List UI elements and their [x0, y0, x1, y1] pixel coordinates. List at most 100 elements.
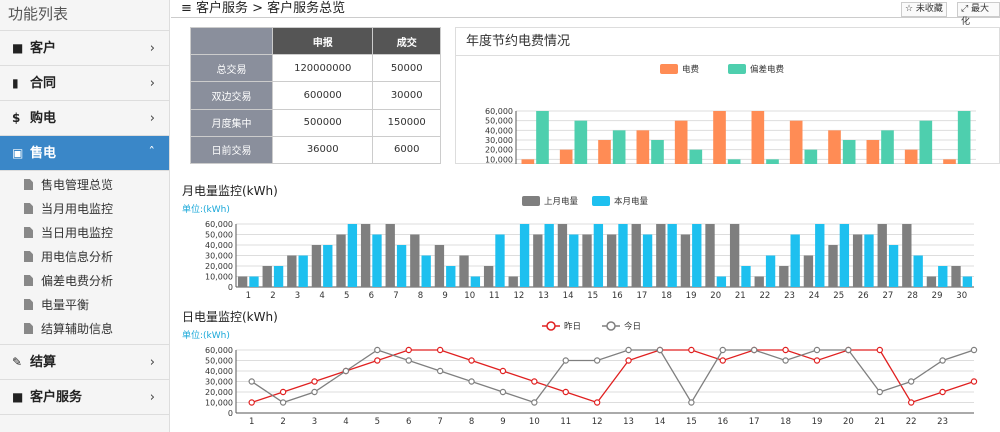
bar	[508, 276, 518, 287]
dollar-icon: $	[12, 111, 21, 125]
sidebar-item-label: 客户	[30, 41, 57, 56]
bar	[839, 224, 850, 287]
x-tick-label: 5	[375, 417, 380, 427]
data-point	[342, 367, 350, 375]
x-tick-label: 1	[249, 417, 254, 427]
bar	[536, 111, 549, 164]
bar	[651, 140, 664, 164]
data-point	[279, 388, 287, 396]
submenu-item[interactable]: 结算辅助信息	[0, 317, 169, 341]
x-tick-label: 23	[784, 291, 795, 301]
data-point	[625, 346, 632, 354]
chevron-up-icon: ˆ	[148, 146, 156, 161]
y-tick-label: 40,000	[485, 126, 513, 135]
x-tick-label: 12	[592, 417, 603, 427]
data-point	[311, 378, 318, 385]
y-tick-label: 50,000	[205, 357, 233, 366]
sidebar-item-settlement[interactable]: ✎ 结算 ›	[0, 345, 169, 380]
bar	[434, 245, 445, 287]
data-point	[876, 346, 883, 354]
sidebar-item-sales[interactable]: ▣ 售电 ˆ	[0, 136, 169, 171]
table-row: 总交易 120000000 50000	[190, 54, 441, 83]
y-tick-label: 40,000	[205, 241, 233, 250]
data-point	[688, 399, 695, 406]
row-header: 月度集中	[190, 108, 273, 137]
table-cell: 6000	[372, 135, 441, 165]
y-tick-label: 40,000	[205, 367, 233, 376]
sidebar-item-label: 合同	[30, 76, 57, 91]
bar	[631, 224, 641, 287]
bar	[642, 234, 653, 287]
x-tick-label: 4	[343, 417, 348, 427]
sidebar-item-purchase[interactable]: $ 购电 ›	[0, 101, 169, 136]
data-point	[531, 378, 538, 385]
table-row: 月度集中 500000 150000	[190, 108, 441, 137]
data-point	[531, 399, 538, 406]
table-cell: 36000	[271, 135, 374, 165]
bar	[249, 276, 259, 287]
y-tick-label: 30,000	[205, 252, 233, 261]
bar	[237, 276, 248, 287]
y-tick-label: 0	[228, 283, 233, 292]
x-tick-label: 27	[882, 291, 893, 301]
y-tick-label: 10,000	[485, 155, 513, 164]
bar	[957, 111, 971, 164]
column-header: 申报	[271, 26, 374, 56]
maximize-button[interactable]: ⤢ 最大化	[957, 2, 1000, 27]
bar	[495, 234, 505, 287]
x-tick-label: 16	[717, 417, 728, 427]
chevron-right-icon: ›	[149, 41, 155, 56]
user-icon: ■	[12, 390, 24, 404]
data-point	[688, 346, 695, 354]
sidebar-item-label: 结算	[30, 355, 57, 370]
x-tick-label: 6	[369, 291, 374, 301]
data-point	[405, 346, 412, 354]
bar	[372, 234, 382, 287]
data-point	[562, 388, 569, 396]
daily-power-chart: 010,00020,00030,00040,00050,00060,0001 2 3…	[205, 321, 978, 427]
x-tick-label: 21	[874, 417, 885, 427]
bar	[459, 255, 469, 287]
bar	[360, 224, 371, 287]
deal-table-panel: 申报 成交 总交易 120000000 50000 双边交易 600000 30…	[190, 26, 441, 165]
x-tick-label: 19	[812, 417, 823, 427]
sidebar-item-label: 售电	[30, 146, 57, 161]
bar	[962, 276, 973, 287]
data-point	[970, 378, 978, 385]
sidebar-item-customer[interactable]: ■ 客户 ›	[0, 31, 169, 66]
bar	[689, 149, 703, 164]
submenu-item[interactable]: 用电信息分析	[0, 245, 169, 269]
row-header: 日前交易	[190, 135, 273, 165]
legend-label: 昨日	[564, 321, 581, 332]
annual-savings-chart: 010,00020,00030,00040,00050,00060,0001月2…	[485, 64, 976, 164]
submenu-item[interactable]: 偏差电费分析	[0, 269, 169, 293]
book-icon: ▮	[12, 76, 19, 90]
legend-label: 今日	[624, 321, 641, 332]
data-point	[625, 357, 632, 364]
bar	[727, 159, 741, 164]
submenu-item[interactable]: 当日用电监控	[0, 221, 169, 245]
series-line	[251, 349, 975, 404]
x-tick-label: 11	[560, 417, 571, 427]
bar	[828, 130, 841, 164]
table-cell: 600000	[271, 81, 374, 110]
submenu-item-label: 售电管理总览	[41, 178, 114, 192]
bar	[881, 130, 894, 164]
favorite-button[interactable]: ☆ 未收藏	[901, 2, 947, 17]
series-line	[251, 349, 975, 404]
bar	[919, 120, 933, 164]
sidebar-item-customer-service[interactable]: ■ 客户服务 ›	[0, 380, 169, 415]
table-cell: 50000	[372, 54, 441, 83]
bar	[262, 266, 272, 287]
submenu-item[interactable]: 当月用电监控	[0, 197, 169, 221]
submenu-item[interactable]: 售电管理总览	[0, 173, 169, 197]
chevron-right-icon: ›	[149, 76, 155, 91]
sales-submenu: 售电管理总览 当月用电监控 当日用电监控 用电信息分析 偏差电费分析 电量平衡 …	[0, 171, 169, 345]
x-tick-label: 8	[469, 417, 474, 427]
bar	[574, 120, 588, 164]
bar	[421, 255, 431, 287]
data-point	[279, 399, 287, 406]
submenu-item[interactable]: 电量平衡	[0, 293, 169, 317]
y-tick-label: 20,000	[205, 388, 233, 397]
sidebar-item-contract[interactable]: ▮ 合同 ›	[0, 66, 169, 101]
